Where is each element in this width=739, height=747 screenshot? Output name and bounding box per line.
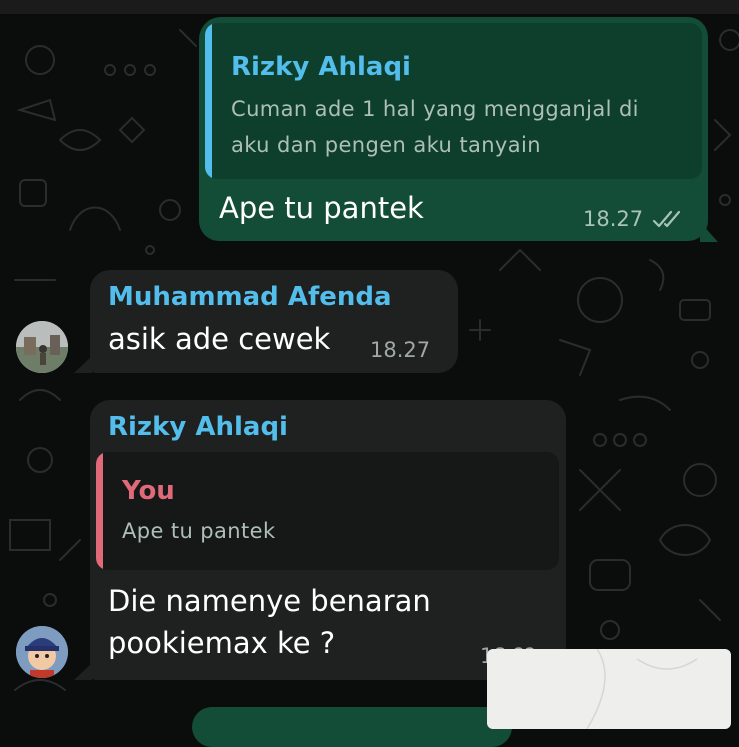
message-text: asik ade cewek bbox=[108, 322, 331, 356]
reply-quote-sender: Rizky Ahlaqi bbox=[231, 52, 411, 82]
reply-quote-text: Ape tu pantek bbox=[122, 519, 276, 543]
outgoing-bubble-tail bbox=[700, 222, 718, 242]
message-time: 18.27 bbox=[583, 207, 644, 231]
double-check-read-icon bbox=[651, 207, 687, 231]
reply-quote-bar bbox=[205, 23, 212, 179]
sender-avatar[interactable] bbox=[16, 321, 68, 373]
message-sender-name: Rizky Ahlaqi bbox=[108, 412, 288, 442]
overlay-preview-card[interactable] bbox=[487, 648, 731, 730]
incoming-bubble-tail bbox=[74, 663, 92, 680]
reply-quote-bar bbox=[96, 452, 103, 570]
status-bar-strip bbox=[0, 0, 739, 14]
message-text: Ape tu pantek bbox=[219, 191, 424, 225]
incoming-message-bubble[interactable]: Rizky Ahlaqi You Ape tu pantek Die namen… bbox=[90, 400, 566, 680]
reply-quote-text-line2: aku dan pengen aku tanyain bbox=[231, 133, 541, 157]
incoming-bubble-tail bbox=[74, 356, 92, 373]
reply-quote[interactable]: Rizky Ahlaqi Cuman ade 1 hal yang mengga… bbox=[205, 23, 702, 179]
sender-avatar[interactable] bbox=[16, 626, 68, 678]
message-time: 18.27 bbox=[370, 338, 431, 362]
reply-quote-sender: You bbox=[122, 476, 175, 506]
reply-quote[interactable]: You Ape tu pantek bbox=[96, 452, 559, 570]
outgoing-message-bubble-partial[interactable] bbox=[192, 707, 512, 747]
message-text-line2: pookiemax ke ? bbox=[108, 626, 336, 660]
outgoing-message-bubble[interactable]: Rizky Ahlaqi Cuman ade 1 hal yang mengga… bbox=[199, 17, 708, 241]
reply-quote-text-line1: Cuman ade 1 hal yang mengganjal di bbox=[231, 97, 639, 121]
message-sender-name: Muhammad Afenda bbox=[108, 282, 392, 312]
message-text-line1: Die namenye benaran bbox=[108, 584, 431, 618]
incoming-message-bubble[interactable]: Muhammad Afenda asik ade cewek 18.27 bbox=[90, 270, 458, 373]
